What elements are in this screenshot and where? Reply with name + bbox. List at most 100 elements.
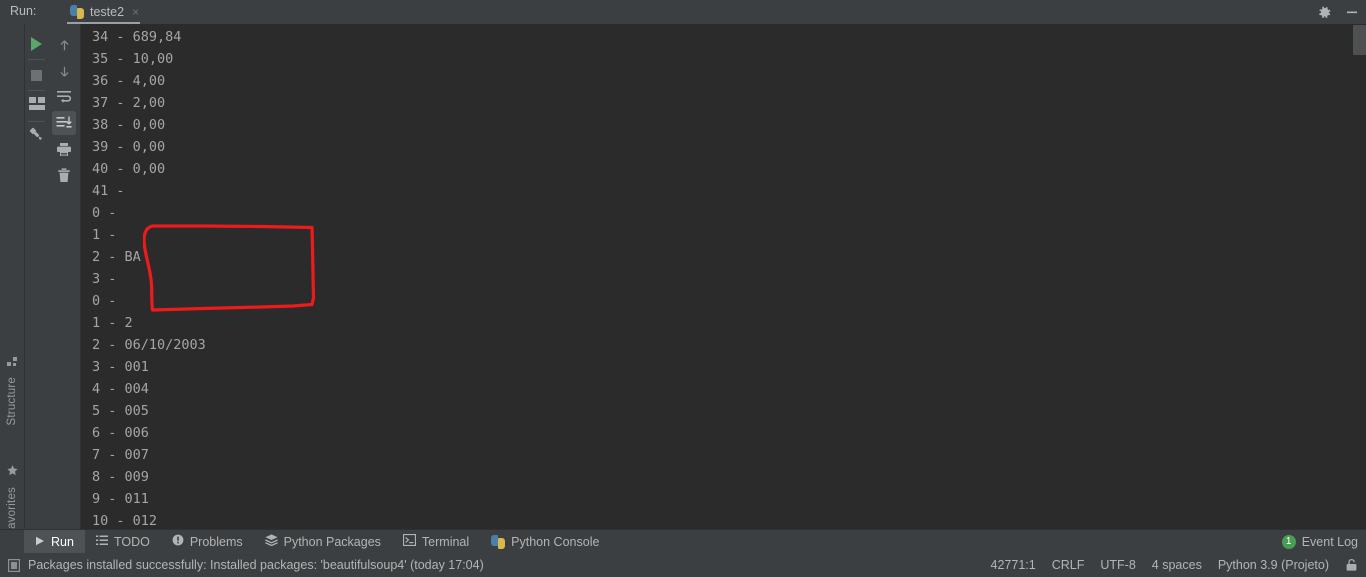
console-line: 38 - 0,00 — [92, 117, 166, 133]
tool-window-todo[interactable]: TODO — [85, 530, 161, 553]
pycharm-run-window: Run: teste2 × Structure Favorites 34 - 6… — [0, 0, 1366, 577]
clear-all-button[interactable] — [48, 162, 80, 188]
arrow-up-icon — [59, 39, 69, 50]
play-icon — [31, 37, 42, 51]
run-tab-teste2[interactable]: teste2 × — [62, 0, 145, 24]
tool-window-label: Python Packages — [283, 534, 381, 549]
tool-window-python-packages[interactable]: Python Packages — [254, 530, 392, 553]
run-console-output[interactable]: 34 - 689,84 35 - 10,00 36 - 4,00 37 - 2,00 3… — [81, 24, 1366, 536]
status-message-area[interactable]: Packages installed successfully: Install… — [8, 558, 484, 572]
tool-window-terminal[interactable]: Terminal — [392, 530, 480, 553]
tool-window-python-console[interactable]: Python Console — [480, 530, 610, 553]
warning-icon — [172, 534, 184, 549]
run-window-header: Run: teste2 × — [0, 0, 1366, 24]
console-line: 3 - 001 — [92, 359, 149, 375]
header-actions — [1316, 0, 1360, 24]
console-line: 9 - 011 — [92, 491, 149, 507]
console-line: 41 - — [92, 183, 133, 199]
print-icon — [57, 142, 71, 156]
run-tab-strip: teste2 × — [62, 0, 145, 24]
console-line: 3 - — [92, 271, 125, 287]
lock-icon[interactable] — [1345, 558, 1358, 572]
soft-wrap-button[interactable] — [48, 84, 80, 110]
run-toolbar-primary — [25, 24, 48, 536]
status-bar: Packages installed successfully: Install… — [0, 553, 1366, 577]
gear-icon[interactable] — [1316, 4, 1332, 20]
tool-window-label: TODO — [113, 534, 150, 549]
sidebar-item-label: Structure — [6, 377, 18, 426]
event-log-badge: 1 — [1281, 534, 1296, 549]
scroll-to-end-icon — [56, 116, 72, 128]
soft-wrap-icon — [57, 91, 72, 103]
sidebar-item-structure[interactable]: Structure — [0, 354, 24, 425]
python-console-icon — [491, 534, 506, 549]
trash-icon — [58, 167, 70, 182]
tool-window-label: Problems — [189, 534, 243, 549]
tool-window-run[interactable]: Run — [24, 530, 85, 553]
caret-position[interactable]: 42771:1 — [991, 558, 1036, 572]
tool-window-label: Python Console — [511, 534, 600, 549]
python-interpreter[interactable]: Python 3.9 (Projeto) — [1218, 558, 1329, 572]
event-log-button[interactable]: 1 Event Log — [1281, 534, 1358, 549]
console-line: 0 - — [92, 293, 125, 309]
console-line: 36 - 4,00 — [92, 73, 166, 89]
console-line: 4 - 004 — [92, 381, 149, 397]
console-line: 40 - 0,00 — [92, 161, 166, 177]
console-line: 7 - 007 — [92, 447, 149, 463]
stop-button[interactable] — [25, 61, 48, 89]
console-line: 2 - BA — [92, 249, 141, 265]
tool-window-label: Terminal — [421, 534, 470, 549]
scroll-to-end-button[interactable] — [48, 110, 80, 136]
console-line: 35 - 10,00 — [92, 51, 174, 67]
packages-icon — [264, 534, 278, 549]
status-indicators: 42771:1 CRLF UTF-8 4 spaces Python 3.9 (… — [991, 558, 1358, 572]
run-toolbar-secondary — [48, 24, 81, 536]
down-the-stack-button[interactable] — [48, 58, 80, 84]
console-line: 34 - 689,84 — [92, 29, 182, 45]
indent-setting[interactable]: 4 spaces — [1152, 558, 1202, 572]
console-line: 5 - 005 — [92, 403, 149, 419]
console-text: 34 - 689,84 35 - 10,00 36 - 4,00 37 - 2,00 3… — [92, 26, 206, 532]
console-line: 0 - — [92, 205, 125, 221]
structure-icon — [6, 354, 18, 372]
sidebar-item-favorites[interactable]: Favorites — [0, 464, 24, 536]
console-line: 1 - 2 — [92, 315, 133, 331]
tool-window-label: Run — [51, 534, 74, 549]
close-icon[interactable]: × — [132, 6, 139, 18]
console-line: 37 - 2,00 — [92, 95, 166, 111]
pin-tab-button[interactable] — [25, 123, 48, 151]
arrow-down-icon — [59, 66, 69, 77]
document-icon — [8, 558, 21, 572]
rerun-button[interactable] — [25, 30, 48, 58]
console-line: 1 - — [92, 227, 125, 243]
play-icon — [35, 535, 45, 549]
toolbar-divider — [28, 59, 45, 60]
console-line: 8 - 009 — [92, 469, 149, 485]
layout-button[interactable] — [25, 92, 48, 120]
star-icon — [6, 464, 19, 482]
tool-window-problems[interactable]: Problems — [161, 530, 254, 553]
toolbar-divider — [28, 121, 45, 122]
console-line: 39 - 0,00 — [92, 139, 166, 155]
terminal-icon — [402, 533, 417, 549]
left-tool-rail: Structure Favorites — [0, 24, 25, 536]
up-the-stack-button[interactable] — [48, 32, 80, 58]
python-icon — [70, 5, 84, 19]
status-message: Packages installed successfully: Install… — [28, 558, 484, 572]
layout-icon — [28, 97, 45, 115]
console-vertical-scrollbar[interactable] — [1353, 25, 1366, 55]
console-line: 6 - 006 — [92, 425, 149, 441]
stop-icon — [31, 69, 42, 81]
tool-window-bar: Run TODO Problems Python Packages Termin… — [0, 529, 1366, 553]
event-log-label: Event Log — [1301, 534, 1358, 549]
line-separator[interactable]: CRLF — [1052, 558, 1085, 572]
file-encoding[interactable]: UTF-8 — [1100, 558, 1135, 572]
minimize-icon[interactable] — [1344, 4, 1360, 20]
console-line: 2 - 06/10/2003 — [92, 337, 206, 353]
pin-icon — [28, 126, 45, 148]
print-button[interactable] — [48, 136, 80, 162]
run-tab-label: teste2 — [90, 5, 125, 19]
run-window-label: Run: — [10, 4, 37, 18]
toolbar-divider — [28, 90, 45, 91]
list-icon — [95, 535, 108, 549]
